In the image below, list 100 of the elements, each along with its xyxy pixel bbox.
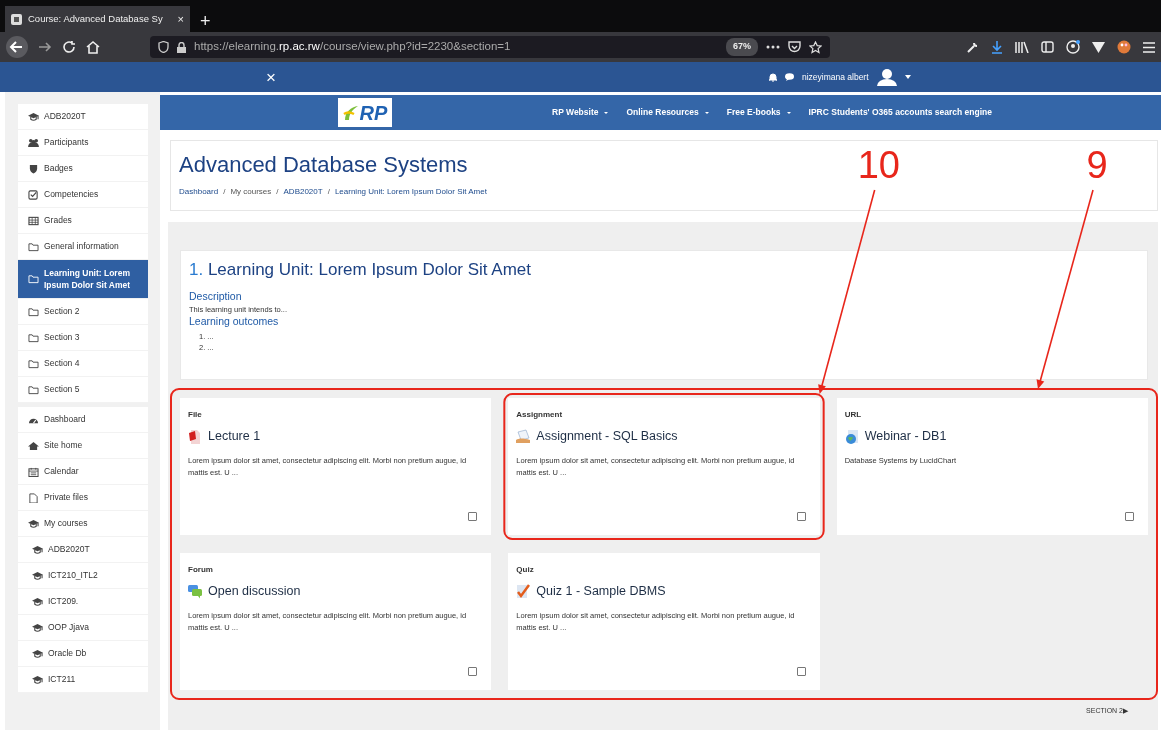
nav-link[interactable]: RP Website (552, 106, 609, 119)
avatar-icon[interactable] (876, 68, 897, 86)
activity-link[interactable]: Open discussion (188, 582, 484, 601)
sidebar-item[interactable]: Dashboard (18, 407, 148, 433)
tab-close-button[interactable]: × (177, 10, 184, 28)
folder-icon (28, 241, 39, 252)
sidebar-icon[interactable] (1041, 41, 1054, 53)
nav-link[interactable]: Online Resources (626, 106, 709, 119)
palette-icon[interactable] (1117, 40, 1131, 54)
breadcrumb-link[interactable]: Dashboard (179, 186, 219, 199)
caret-icon[interactable] (904, 75, 911, 79)
completion-checkbox[interactable] (468, 667, 478, 676)
tab-title: Course: Advanced Database Sy (28, 11, 164, 26)
sidebar-item[interactable]: Grades (18, 208, 148, 234)
url-text: https://elearning.rp.ac.rw/course/view.php?id=2230&section=1 (194, 39, 511, 55)
sidebar-item[interactable]: Badges (18, 156, 148, 182)
folder-icon (28, 274, 39, 284)
mortarboard-icon (32, 596, 43, 607)
breadcrumb-separator: / (327, 186, 330, 199)
close-drawer-button[interactable]: × (264, 68, 278, 86)
completion-checkbox[interactable] (468, 512, 478, 521)
mortarboard-icon (32, 544, 43, 555)
folder-icon (28, 384, 39, 395)
mortarboard-icon (32, 570, 43, 581)
activity-link[interactable]: Lecture 1 (188, 427, 484, 446)
v-shaped-icon[interactable] (1092, 41, 1105, 53)
activity-link[interactable]: Webinar - DB1 (844, 427, 1140, 446)
activity-type: Assignment (516, 409, 564, 421)
breadcrumb-link[interactable]: ADB2020T (283, 186, 323, 199)
bell-icon[interactable] (768, 72, 777, 82)
address-bar[interactable]: https://elearning.rp.ac.rw/course/view.php?id=2230&section=1 67% (150, 36, 830, 58)
chat-icon[interactable] (784, 73, 794, 81)
more-icon[interactable] (766, 45, 780, 49)
mortarboard-icon (28, 111, 39, 122)
activity-type: File (188, 409, 203, 421)
sidebar-item[interactable]: Section 3 (18, 325, 148, 351)
zoom-level[interactable]: 67% (726, 38, 758, 56)
sidebar-item[interactable]: Section 5 (18, 377, 148, 403)
speech-bubbles-icon (188, 583, 202, 599)
description-heading: Description (189, 290, 243, 303)
mortarboard-icon (28, 518, 39, 529)
calendar-icon (28, 466, 39, 477)
wrench-icon[interactable] (966, 40, 979, 54)
page-title: Advanced Database Systems (179, 152, 468, 179)
browser-tab[interactable]: Course: Advanced Database Sy × (5, 6, 190, 32)
download-icon[interactable] (991, 40, 1003, 54)
paper-in-hand-icon (516, 428, 531, 444)
reload-icon[interactable] (62, 40, 76, 54)
sidebar-item[interactable]: Oracle Db (18, 641, 148, 667)
sidebar-item[interactable]: ICT210_ITL2 (18, 563, 148, 589)
new-tab-button[interactable]: + (200, 12, 211, 30)
mortarboard-icon (32, 648, 43, 659)
folder-icon (28, 306, 39, 317)
house-icon (28, 440, 39, 451)
account-icon[interactable] (1066, 40, 1080, 54)
sidebar-item[interactable]: Learning Unit: Lorem Ipsum Dolor Sit Amet (18, 260, 148, 299)
shield-icon (28, 163, 39, 174)
activity-link[interactable]: Assignment - SQL Basics (516, 427, 812, 446)
activity-link[interactable]: Quiz 1 - Sample DBMS (516, 582, 812, 601)
sidebar-item[interactable]: ADB2020T (18, 537, 148, 563)
file-icon (28, 492, 39, 503)
nav-link[interactable]: IPRC Students' O365 accounts search engine (808, 106, 992, 119)
completion-checkbox[interactable] (796, 667, 806, 676)
mortarboard-icon (32, 674, 43, 685)
table-icon (28, 215, 39, 226)
sidebar-item[interactable]: Section 2 (18, 299, 148, 325)
sidebar-item[interactable]: ICT211 (18, 667, 148, 693)
activity-type: Quiz (516, 564, 535, 576)
outcomes-heading: Learning outcomes (189, 315, 280, 328)
sidebar-item[interactable]: Section 4 (18, 351, 148, 377)
sidebar-item[interactable]: Participants (18, 130, 148, 156)
globe-page-icon (844, 428, 859, 444)
back-icon[interactable] (6, 36, 28, 58)
completion-checkbox[interactable] (796, 512, 806, 521)
star-icon[interactable] (809, 40, 822, 54)
activity-type: Forum (188, 564, 214, 576)
menu-icon[interactable] (1143, 41, 1155, 53)
shield-icon (158, 41, 169, 53)
sidebar-item[interactable]: Private files (18, 485, 148, 511)
callout-number: 9 (1086, 146, 1108, 184)
breadcrumb-item: My courses (230, 186, 272, 199)
pocket-icon[interactable] (788, 41, 801, 53)
library-icon[interactable] (1015, 41, 1029, 53)
nav-link[interactable]: Free E-books (726, 106, 791, 119)
forward-icon[interactable] (38, 40, 52, 54)
folder-icon (28, 358, 39, 369)
sidebar-item[interactable]: ICT209. (18, 589, 148, 615)
sidebar-item[interactable]: ADB2020T (18, 104, 148, 130)
page-icon (11, 13, 22, 25)
users-icon (28, 137, 39, 148)
sidebar-item[interactable]: Site home (18, 433, 148, 459)
sidebar-item[interactable]: My courses (18, 511, 148, 537)
user-name[interactable]: nizeyimana albert (801, 70, 869, 84)
completion-checkbox[interactable] (1125, 512, 1134, 521)
sidebar-item[interactable]: OOP Jjava (18, 615, 148, 641)
sidebar-item[interactable]: Calendar (18, 459, 148, 485)
home-icon[interactable] (86, 40, 100, 54)
sidebar-item[interactable]: Competencies (18, 182, 148, 208)
logo[interactable]: RP (338, 98, 392, 127)
breadcrumb-link[interactable]: Learning Unit: Lorem Ipsum Dolor Sit Amet (334, 186, 487, 199)
